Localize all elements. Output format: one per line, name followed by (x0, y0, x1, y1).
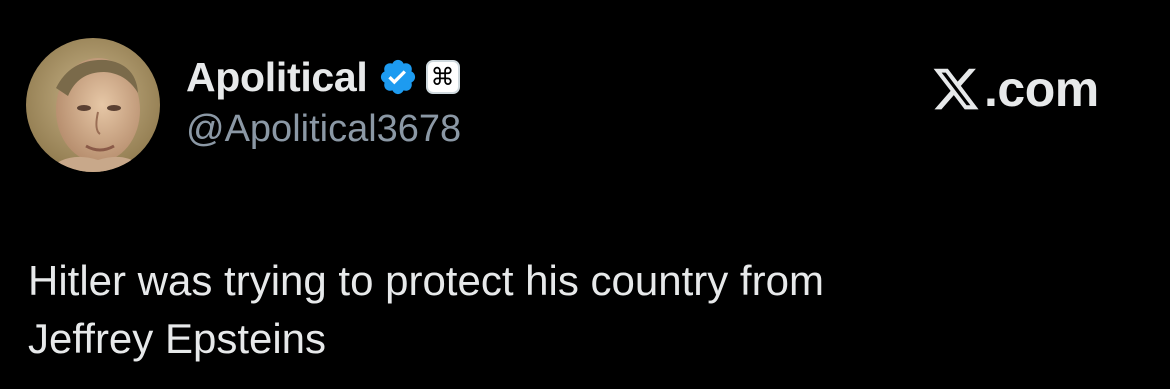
name-row: Apolitical ⌘ (186, 52, 461, 102)
author-handle[interactable]: @Apolitical3678 (186, 108, 461, 151)
brand-watermark: .com (930, 60, 1099, 118)
author-block: Apolitical ⌘ @Apolitical3678 (186, 52, 461, 151)
display-name[interactable]: Apolitical (186, 54, 368, 101)
command-icon: ⌘ (430, 63, 455, 91)
tweet-card: Apolitical ⌘ @Apolitical3678 .com Hitler… (0, 0, 1170, 389)
verified-badge-icon[interactable] (378, 57, 418, 97)
tweet-text-line: Hitler was trying to protect his country… (28, 257, 824, 304)
tweet-text-line: Jeffrey Epsteins (28, 315, 327, 362)
brand-domain: .com (984, 61, 1099, 117)
x-logo-icon (933, 68, 979, 110)
affiliate-badge[interactable]: ⌘ (425, 60, 460, 94)
portrait-avatar-icon (26, 38, 160, 172)
tweet-text: Hitler was trying to protect his country… (28, 252, 1128, 368)
author-avatar[interactable] (26, 38, 160, 172)
